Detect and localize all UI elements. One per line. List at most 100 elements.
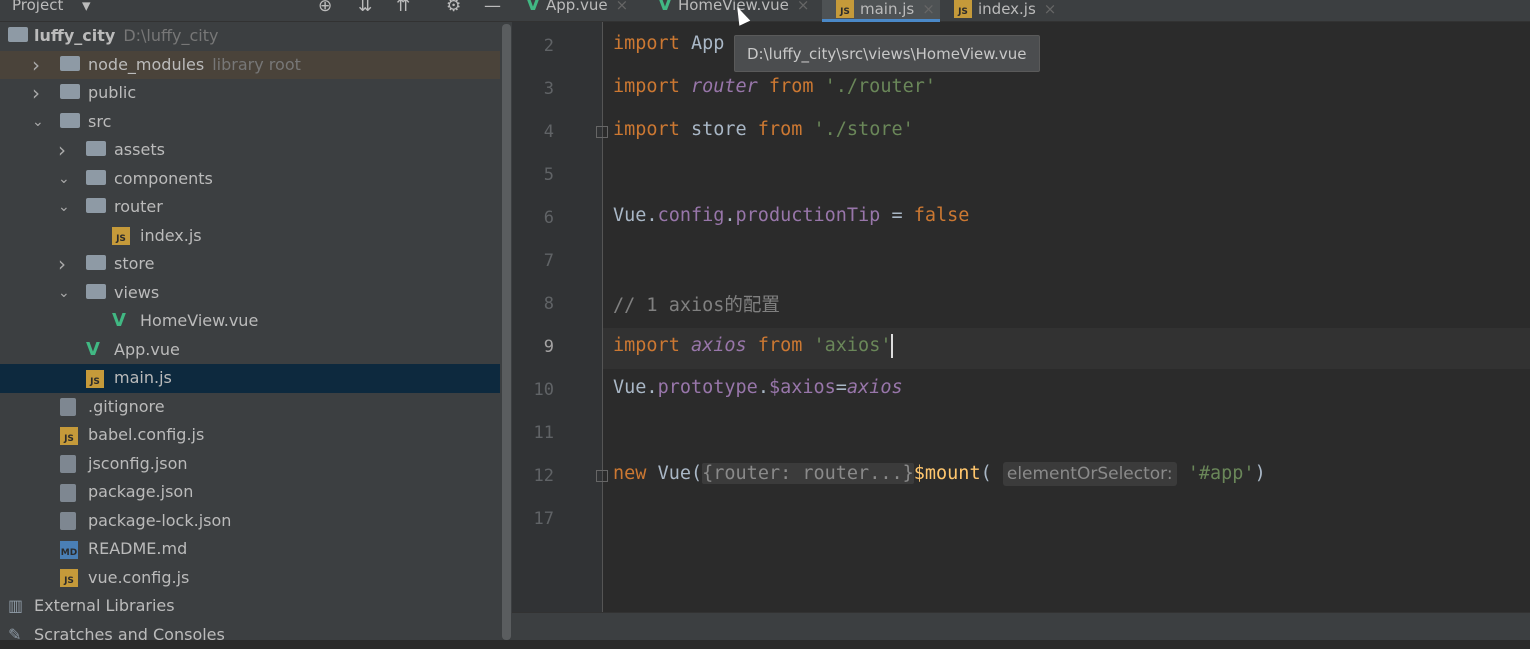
tree-item-label: assets xyxy=(114,136,165,165)
file-icon xyxy=(60,484,76,502)
file-icon xyxy=(60,398,76,416)
code-line[interactable]: import axios from 'axios' xyxy=(613,334,893,358)
tree-item[interactable]: › assets xyxy=(0,136,500,165)
tree-item[interactable]: JSbabel.config.js xyxy=(0,421,500,450)
tree-icon-wrap xyxy=(86,136,106,165)
chevron-down-icon[interactable]: ⌄ xyxy=(58,279,72,308)
tree-item[interactable]: › store xyxy=(0,250,500,279)
tree-icon-wrap xyxy=(60,450,76,479)
folder-icon xyxy=(60,84,80,99)
tree-item-label: main.js xyxy=(114,364,172,393)
js-file-icon: JS xyxy=(60,427,78,445)
close-icon[interactable]: × xyxy=(922,0,935,18)
code-token: store xyxy=(691,119,747,140)
code-token: ( xyxy=(981,463,1003,484)
scrollbar-thumb[interactable] xyxy=(502,24,511,640)
tree-item[interactable]: VHomeView.vue xyxy=(0,307,500,336)
close-icon[interactable]: × xyxy=(616,0,629,14)
code-line[interactable]: // 1 axios的配置 xyxy=(613,291,780,317)
tree-item[interactable]: ⌄ router xyxy=(0,193,500,222)
close-icon[interactable]: × xyxy=(1044,0,1057,18)
chevron-down-icon[interactable]: ⌄ xyxy=(58,165,72,194)
folder-icon xyxy=(8,27,28,42)
chevron-right-icon[interactable]: › xyxy=(32,51,46,80)
tree-icon-wrap: ✎ xyxy=(8,621,21,649)
expand-all-icon[interactable]: ⇊ xyxy=(358,0,372,16)
tree-item[interactable]: MDREADME.md xyxy=(0,535,500,564)
code-line[interactable]: import router from './router' xyxy=(613,76,936,97)
fold-icon[interactable] xyxy=(596,470,608,482)
tree-scrollbar[interactable] xyxy=(500,22,512,640)
code-token: productionTip xyxy=(736,205,881,226)
tree-item[interactable]: ⌄ src xyxy=(0,108,500,137)
chevron-right-icon[interactable]: › xyxy=(32,79,46,108)
line-number: 12 xyxy=(512,466,554,486)
chevron-down-icon[interactable]: ▾ xyxy=(82,0,91,16)
library-icon: ▥ xyxy=(8,596,23,615)
tree-item-label: .gitignore xyxy=(88,393,165,422)
tab-main-js[interactable]: JSmain.js× xyxy=(822,0,940,22)
tree-item-name: router xyxy=(114,197,163,216)
tree-item[interactable]: ⌄ views xyxy=(0,279,500,308)
code-line[interactable]: Vue.prototype.$axios=axios xyxy=(613,377,903,398)
tab-app-vue[interactable]: VApp.vue× xyxy=(512,0,644,22)
tree-item[interactable]: jsconfig.json xyxy=(0,450,500,479)
tree-icon-wrap: JS xyxy=(86,364,104,393)
chevron-down-icon[interactable]: ⌄ xyxy=(32,108,46,137)
tree-item[interactable]: ▥External Libraries xyxy=(0,592,500,621)
minimize-icon[interactable]: — xyxy=(484,0,501,16)
code-line[interactable]: new Vue({router: router...}$mount( eleme… xyxy=(613,463,1266,484)
code-line[interactable]: import store from './store' xyxy=(613,119,914,140)
file-icon xyxy=(60,512,76,530)
tree-item[interactable]: ⌄components xyxy=(0,165,500,194)
tree-item[interactable]: ›node_moduleslibrary root xyxy=(0,51,500,80)
code-token: import xyxy=(613,335,691,356)
tree-icon-wrap: V xyxy=(86,336,100,365)
tree-icon-wrap: MD xyxy=(60,535,78,564)
fold-icon[interactable] xyxy=(596,126,608,138)
tree-item-name: store xyxy=(114,254,154,273)
tree-item[interactable]: › public xyxy=(0,79,500,108)
tree-item[interactable]: luffy_cityD:\luffy_city xyxy=(0,22,500,51)
folded-code-region[interactable]: {router: router...} xyxy=(702,463,914,484)
chevron-down-icon[interactable]: ⌄ xyxy=(58,193,72,222)
folder-icon xyxy=(86,255,106,270)
chevron-right-icon[interactable]: › xyxy=(58,250,72,279)
tree-item-name: jsconfig.json xyxy=(88,454,188,473)
tree-item-name: Scratches and Consoles xyxy=(34,625,225,644)
tree-item-name: src xyxy=(88,112,111,131)
tree-item[interactable]: JSindex.js xyxy=(0,222,500,251)
tree-item[interactable]: ✎ Scratches and Consoles xyxy=(0,621,500,649)
chevron-right-icon[interactable]: › xyxy=(58,136,72,165)
tree-item-name: views xyxy=(114,283,159,302)
tree-item-name: public xyxy=(88,83,136,102)
code-token: Vue( xyxy=(658,463,703,484)
code-token: from xyxy=(747,335,814,356)
tree-item-name: package-lock.json xyxy=(88,511,231,530)
close-icon[interactable]: × xyxy=(797,0,810,14)
project-view-dropdown[interactable]: Project xyxy=(12,0,63,14)
code-line[interactable]: import App xyxy=(613,33,724,54)
line-gutter: 2345678910111217 xyxy=(512,22,603,612)
gear-icon[interactable]: ⚙ xyxy=(446,0,461,16)
tree-item[interactable]: JS main.js xyxy=(0,364,500,393)
tree-item[interactable]: VApp.vue xyxy=(0,336,500,365)
code-line[interactable]: Vue.config.productionTip = false xyxy=(613,205,969,226)
locate-icon[interactable]: ⊕ xyxy=(318,0,332,16)
tree-item-name: package.json xyxy=(88,482,193,501)
tree-item[interactable]: JSvue.config.js xyxy=(0,564,500,593)
tree-item-label: vue.config.js xyxy=(88,564,189,593)
code-token: './router' xyxy=(825,76,936,97)
code-token: './store' xyxy=(814,119,914,140)
tree-item-label: src xyxy=(88,108,111,137)
code-token: ) xyxy=(1255,463,1266,484)
tree-item[interactable]: package-lock.json xyxy=(0,507,500,536)
vue-file-icon: V xyxy=(112,310,126,331)
collapse-all-icon[interactable]: ⇈ xyxy=(396,0,410,16)
tab-index-js[interactable]: JSindex.js× xyxy=(940,0,1050,22)
line-number: 10 xyxy=(512,380,554,400)
tree-item[interactable]: .gitignore xyxy=(0,393,500,422)
code-token: = xyxy=(836,377,847,398)
line-number: 6 xyxy=(512,208,554,228)
tree-item[interactable]: package.json xyxy=(0,478,500,507)
